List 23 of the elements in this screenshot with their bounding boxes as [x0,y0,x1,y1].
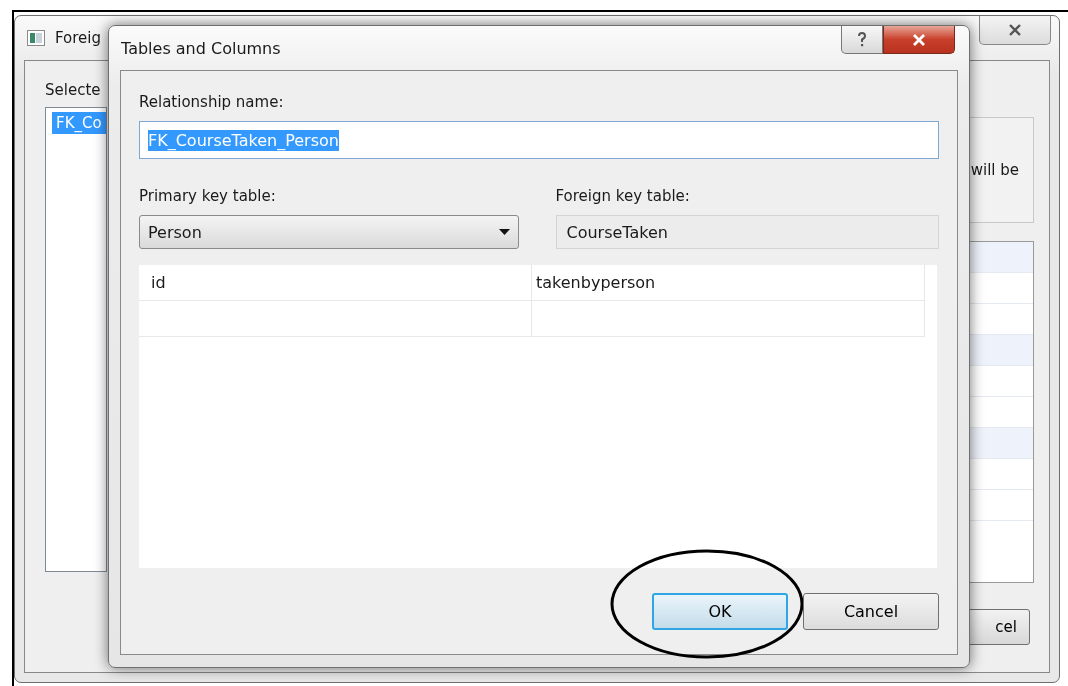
close-icon [911,33,927,46]
field-value: CourseTaken [566,222,668,242]
field-value: FK_CourseTaken_Person [148,129,339,151]
table-cell[interactable]: id [139,265,532,301]
help-button[interactable] [841,26,883,54]
field-label: Primary key table: [139,187,277,205]
close-button[interactable] [883,26,955,54]
primary-key-table-dropdown[interactable]: Person [139,215,519,249]
cancel-button[interactable]: Cancel [803,593,939,630]
field-label: Foreign key table: [555,187,691,205]
help-icon [857,32,867,47]
field-label: Relationship name: [139,93,285,111]
dropdown-value: Person [148,222,202,242]
list-label: Selecte [45,81,102,99]
close-button[interactable] [979,16,1051,45]
ok-button[interactable]: OK [652,593,788,630]
dialog-title: Tables and Columns [121,38,281,58]
description-text: will be [970,161,1019,179]
window-title: Foreig [55,29,102,47]
close-icon [1008,24,1022,36]
window-icon [27,30,45,46]
table-cell[interactable]: takenbyperson [532,265,925,301]
dropdown-arrow-icon [498,229,510,235]
